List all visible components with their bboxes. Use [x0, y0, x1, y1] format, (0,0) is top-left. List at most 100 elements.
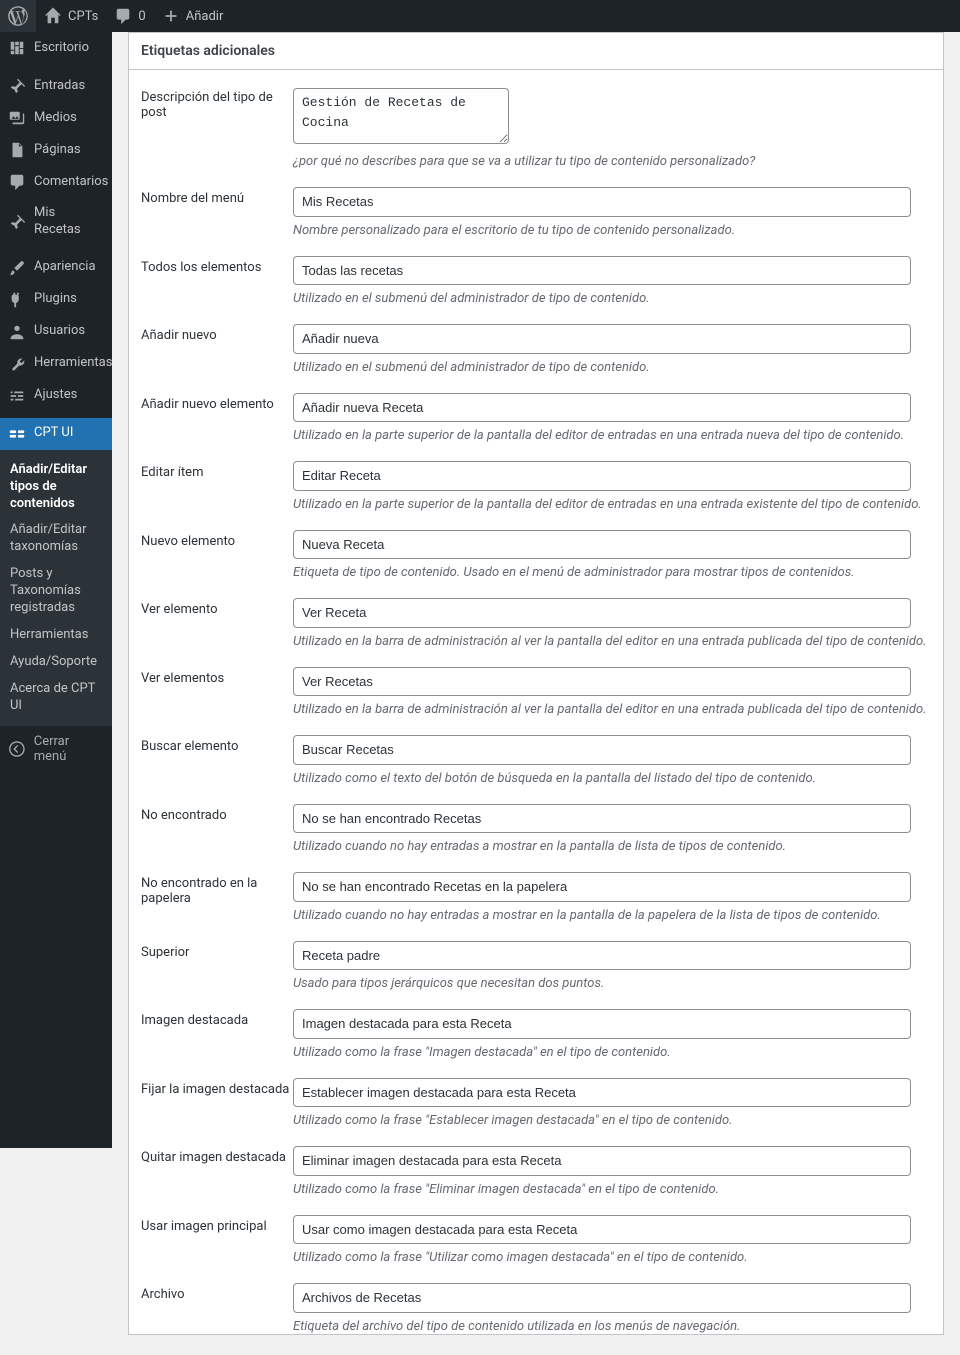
plug-icon: [8, 291, 26, 309]
input-not_found_in_trash[interactable]: [293, 872, 911, 902]
sidebar-item-settings[interactable]: Ajustes: [0, 380, 112, 412]
input-add_new_item[interactable]: [293, 393, 911, 423]
field-control: Utilizado como el texto del botón de bús…: [293, 735, 931, 786]
field-description: Utilizado como el texto del botón de bús…: [293, 771, 931, 786]
input-edit_item[interactable]: [293, 461, 911, 491]
comment-icon: [8, 173, 26, 191]
field-description: Utilizado cuando no hay entradas a mostr…: [293, 908, 931, 923]
field-label: Fijar la imagen destacada: [141, 1078, 293, 1097]
admin-bar: CPTs 0 Añadir: [0, 0, 960, 32]
field-label: Superior: [141, 941, 293, 960]
site-name: CPTs: [68, 9, 98, 24]
field-label: Ver elemento: [141, 598, 293, 617]
field-row-edit_item: Editar ítemUtilizado en la parte superio…: [129, 443, 943, 512]
sidebar-item-users[interactable]: Usuarios: [0, 316, 112, 348]
field-row-use_featured_image: Usar imagen principalUtilizado como la f…: [129, 1197, 943, 1266]
sidebar-subitem[interactable]: Acerca de CPT UI: [0, 676, 112, 720]
collapse-menu-button[interactable]: Cerrar menú: [0, 726, 112, 772]
input-use_featured_image[interactable]: [293, 1215, 911, 1245]
sidebar-item-label: Plugins: [34, 291, 77, 308]
comments-count: 0: [138, 9, 145, 24]
sidebar-item-cptui[interactable]: CPT UI: [0, 418, 112, 450]
sidebar-item-label: Escritorio: [34, 40, 89, 57]
field-description: Utilizado cuando no hay entradas a mostr…: [293, 839, 931, 854]
dashboard-icon: [8, 39, 26, 57]
field-description: Utilizado como la frase "Imagen destacad…: [293, 1045, 931, 1060]
input-menu_name[interactable]: [293, 187, 911, 217]
input-view_items[interactable]: [293, 667, 911, 697]
sidebar-item-plugins[interactable]: Plugins: [0, 284, 112, 316]
sidebar-item-media[interactable]: Medios: [0, 102, 112, 134]
field-control: Utilizado cuando no hay entradas a mostr…: [293, 804, 931, 855]
field-row-not_found: No encontradoUtilizado cuando no hay ent…: [129, 786, 943, 855]
input-new_item[interactable]: [293, 530, 911, 560]
field-label: Usar imagen principal: [141, 1215, 293, 1234]
field-control: Utilizado en el submenú del administrado…: [293, 256, 931, 307]
sidebar-subitem[interactable]: Herramientas: [0, 622, 112, 649]
site-name-link[interactable]: CPTs: [36, 0, 106, 32]
field-control: Utilizado en la barra de administración …: [293, 667, 931, 718]
field-control: Usado para tipos jerárquicos que necesit…: [293, 941, 931, 992]
sidebar-item-pages[interactable]: Páginas: [0, 134, 112, 166]
comments-link[interactable]: 0: [106, 0, 153, 32]
cptui-icon: [8, 425, 26, 443]
field-label: No encontrado en la papelera: [141, 872, 293, 906]
sidebar-subitem[interactable]: Ayuda/Soporte: [0, 649, 112, 676]
sidebar-subitem[interactable]: Añadir/Editar taxonomías: [0, 517, 112, 561]
sidebar-item-label: Usuarios: [34, 323, 85, 340]
input-parent[interactable]: [293, 941, 911, 971]
field-row-new_item: Nuevo elementoEtiqueta de tipo de conten…: [129, 512, 943, 581]
input-remove_featured_image[interactable]: [293, 1146, 911, 1176]
field-row-set_featured_image: Fijar la imagen destacada Utilizado como …: [129, 1060, 943, 1129]
input-description[interactable]: [293, 88, 509, 144]
field-description: Usado para tipos jerárquicos que necesit…: [293, 976, 931, 991]
field-row-add_new_item: Añadir nuevo elementoUtilizado en la par…: [129, 375, 943, 444]
sidebar-item-label: CPT UI: [34, 425, 73, 442]
field-control: Etiqueta del archivo del tipo de conteni…: [293, 1283, 931, 1334]
field-label: Añadir nuevo elemento: [141, 393, 293, 412]
field-control: Utilizado como la frase "Utilizar como i…: [293, 1215, 931, 1266]
sidebar-subitem[interactable]: Posts y Taxonomías registradas: [0, 561, 112, 622]
additional-labels-panel: Etiquetas adicionales Descripción del ti…: [128, 32, 944, 1335]
sidebar-item-label: Mis Recetas: [34, 205, 104, 239]
input-set_featured_image[interactable]: [293, 1078, 911, 1108]
input-all_items[interactable]: [293, 256, 911, 286]
wp-logo[interactable]: [0, 0, 36, 32]
input-not_found[interactable]: [293, 804, 911, 834]
sidebar-item-comments[interactable]: Comentarios: [0, 166, 112, 198]
input-view_item[interactable]: [293, 598, 911, 628]
field-row-parent: Superior Usado para tipos jerárquicos que…: [129, 923, 943, 992]
new-content-link[interactable]: Añadir: [154, 0, 232, 32]
input-search_items[interactable]: [293, 735, 911, 765]
field-label: Nombre del menú: [141, 187, 293, 206]
sidebar-item-appearance[interactable]: Apariencia: [0, 252, 112, 284]
sidebar-item-dashboard[interactable]: Escritorio: [0, 32, 112, 64]
field-label: Todos los elementos: [141, 256, 293, 275]
input-featured_image[interactable]: [293, 1009, 911, 1039]
sidebar-item-label: Herramientas: [34, 355, 112, 372]
field-label: Añadir nuevo: [141, 324, 293, 343]
field-row-description: Descripción del tipo de post¿por qué no …: [129, 70, 943, 169]
wrench-icon: [8, 355, 26, 373]
media-icon: [8, 109, 26, 127]
field-row-view_item: Ver elementoUtilizado en la barra de adm…: [129, 580, 943, 649]
field-description: Utilizado en el submenú del administrado…: [293, 360, 931, 375]
collapse-icon: [8, 740, 26, 758]
content-area: Etiquetas adicionales Descripción del ti…: [112, 32, 960, 1355]
plus-icon: [162, 7, 180, 25]
field-control: Nombre personalizado para el escritorio …: [293, 187, 931, 238]
sidebar-item-recetas[interactable]: Mis Recetas: [0, 198, 112, 246]
sidebar-item-tools[interactable]: Herramientas: [0, 348, 112, 380]
comment-icon: [114, 7, 132, 25]
sidebar-item-posts[interactable]: Entradas: [0, 70, 112, 102]
sidebar-item-label: Medios: [34, 110, 77, 127]
input-add_new[interactable]: [293, 324, 911, 354]
field-row-archives: ArchivoEtiqueta del archivo del tipo de …: [129, 1265, 943, 1334]
field-label: Nuevo elemento: [141, 530, 293, 549]
field-description: Utilizado como la frase "Establecer imag…: [293, 1113, 931, 1128]
sidebar-subitem[interactable]: Añadir/Editar tipos de contenidos: [0, 457, 112, 518]
sidebar-item-label: Páginas: [34, 142, 81, 159]
panel-body: Descripción del tipo de post¿por qué no …: [129, 70, 943, 1334]
field-control: Utilizado como la frase "Imagen destacad…: [293, 1009, 931, 1060]
input-archives[interactable]: [293, 1283, 911, 1313]
